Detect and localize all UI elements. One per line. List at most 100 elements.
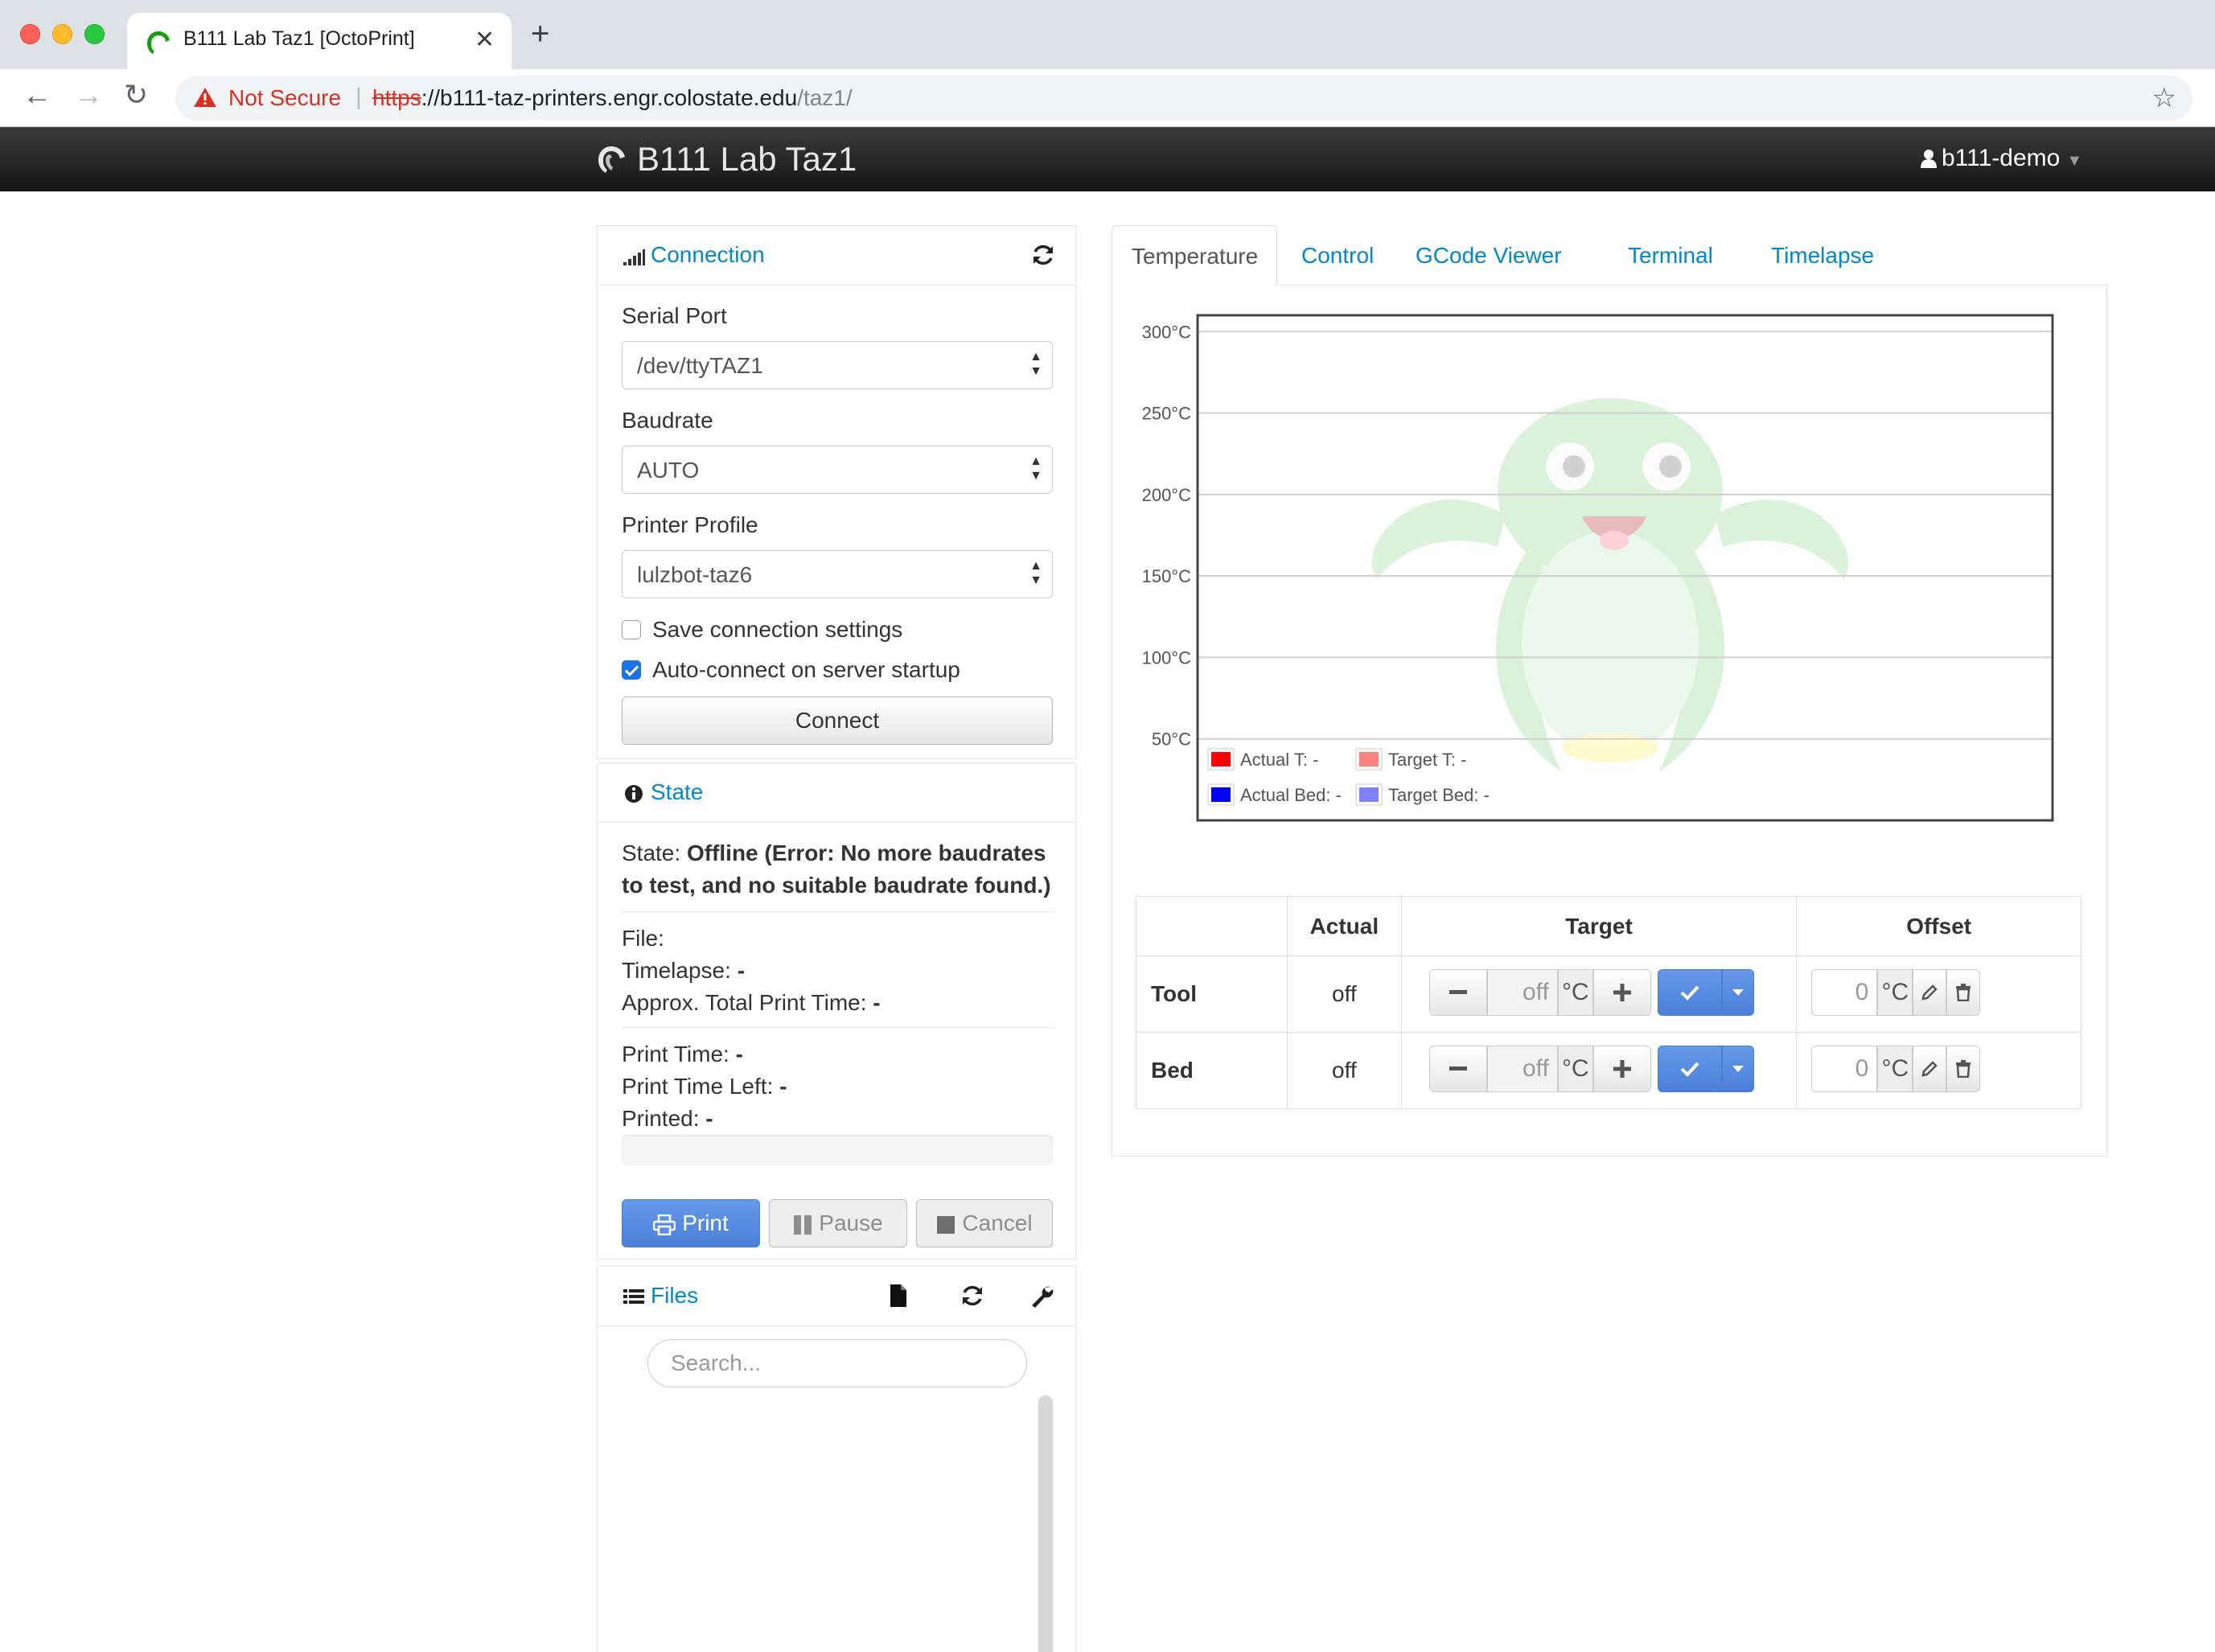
refresh-icon[interactable] xyxy=(1030,242,1056,268)
user-icon xyxy=(1921,150,1937,168)
window-zoom-button[interactable] xyxy=(84,24,105,44)
tab-terminal[interactable]: Terminal xyxy=(1609,225,1732,286)
bed-offset-edit-button[interactable] xyxy=(1913,1046,1947,1092)
bed-target-input[interactable]: off xyxy=(1486,1046,1558,1092)
file-search-input[interactable] xyxy=(647,1339,1027,1387)
pause-button[interactable]: Pause xyxy=(769,1199,907,1247)
autoconnect-checkbox[interactable] xyxy=(622,660,641,680)
bed-preset-dropdown[interactable] xyxy=(1721,1046,1754,1092)
tab-control[interactable]: Control xyxy=(1282,225,1393,286)
octoprint-favicon-icon xyxy=(147,31,170,54)
tab-gcode-viewer[interactable]: GCode Viewer xyxy=(1396,225,1581,286)
state-title[interactable]: State xyxy=(622,779,703,806)
chart-legend: Actual T: - Target T: - Actual Bed: - Targe… xyxy=(1207,748,1490,806)
url-scheme: https xyxy=(372,85,421,110)
state-divider xyxy=(622,911,1053,912)
browser-toolbar: ← → ↻ Not Secure | https://b111-taz-prin… xyxy=(0,69,2215,127)
printed-value: - xyxy=(705,1106,713,1131)
legend-label: Actual Bed: - xyxy=(1240,785,1342,805)
file-label: File: xyxy=(622,926,664,951)
files-panel: Files xyxy=(597,1266,1076,1652)
time-left-value: - xyxy=(779,1074,787,1099)
tool-preset-dropdown[interactable] xyxy=(1721,969,1754,1016)
browser-tabstrip: B111 Lab Taz1 [OctoPrint] ✕ + xyxy=(0,0,2215,69)
bed-set-button[interactable] xyxy=(1657,1046,1722,1092)
cancel-button[interactable]: Cancel xyxy=(916,1199,1053,1247)
chart-y-ticks: 300°C 250°C 200°C 150°C 100°C 50°C xyxy=(1142,322,1192,749)
tool-target-input[interactable]: off xyxy=(1486,969,1558,1016)
printer-profile-select[interactable]: lulzbot-taz6 ▲ ▼ xyxy=(622,550,1053,598)
bed-offset-input[interactable]: 0 xyxy=(1811,1046,1878,1092)
plus-icon xyxy=(1613,1060,1631,1078)
connection-panel-header[interactable]: Connection xyxy=(598,226,1075,286)
bed-row-label: Bed xyxy=(1136,1032,1288,1109)
bed-decrement-button[interactable] xyxy=(1428,1046,1487,1092)
back-arrow-icon[interactable]: ← xyxy=(23,80,51,109)
baudrate-select[interactable]: AUTO ▲ ▼ xyxy=(622,446,1053,494)
bookmark-star-icon[interactable]: ☆ xyxy=(2152,82,2176,114)
stop-icon xyxy=(937,1215,955,1234)
cancel-button-label: Cancel xyxy=(962,1210,1033,1235)
tool-offset-edit-button[interactable] xyxy=(1913,969,1947,1016)
print-button[interactable]: Print xyxy=(622,1199,760,1247)
octoprint-logo-icon xyxy=(598,146,625,173)
files-scrollbar[interactable] xyxy=(1038,1395,1053,1652)
state-panel-header[interactable]: State xyxy=(598,763,1075,823)
files-title[interactable]: Files xyxy=(622,1283,698,1309)
tool-increment-button[interactable] xyxy=(1592,969,1651,1016)
state-panel: State State: Offline (Error: No more bau… xyxy=(597,762,1076,1260)
url-text[interactable]: https://b111-taz-printers.engr.colostate… xyxy=(372,85,853,111)
table-row-tool: Tool off off °C 0 °C xyxy=(1136,955,2081,1033)
save-settings-checkbox[interactable] xyxy=(622,620,641,639)
address-bar[interactable]: Not Secure | https://b111-taz-printers.e… xyxy=(175,76,2192,121)
approx-time-value: - xyxy=(873,990,881,1015)
timelapse-line: Timelapse: - xyxy=(622,955,745,987)
legend-label: Target Bed: - xyxy=(1388,785,1490,805)
tool-set-button[interactable] xyxy=(1657,969,1722,1016)
refresh-files-icon[interactable] xyxy=(960,1283,985,1309)
state-label: State: xyxy=(622,840,681,865)
window-close-button[interactable] xyxy=(20,24,40,44)
octoprint-watermark xyxy=(1371,398,1849,772)
connection-title[interactable]: Connection xyxy=(622,242,765,269)
header-offset: Offset xyxy=(1796,896,2081,956)
new-tab-button[interactable]: + xyxy=(531,18,549,50)
close-tab-icon[interactable]: ✕ xyxy=(475,26,495,54)
wrench-icon[interactable] xyxy=(1029,1283,1054,1309)
browser-tab-title: B111 Lab Taz1 [OctoPrint] xyxy=(183,27,415,50)
time-left-label: Print Time Left: xyxy=(622,1074,774,1099)
bed-offset-delete-button[interactable] xyxy=(1946,1046,1981,1092)
tool-actual-value: off xyxy=(1286,955,1402,1033)
print-time-value: - xyxy=(735,1042,743,1066)
not-secure-label[interactable]: Not Secure xyxy=(228,85,341,111)
browser-tab[interactable]: B111 Lab Taz1 [OctoPrint] ✕ xyxy=(127,13,512,69)
serial-port-select[interactable]: /dev/ttyTAZ1 ▲ ▼ xyxy=(622,341,1053,389)
plus-icon xyxy=(1613,984,1631,1001)
tab-timelapse[interactable]: Timelapse xyxy=(1752,225,1893,286)
state-value: Offline (Error: No more baudrates xyxy=(686,840,1046,865)
files-panel-header[interactable]: Files xyxy=(598,1267,1075,1326)
tool-decrement-button[interactable] xyxy=(1428,969,1487,1016)
legend-label: Target T: - xyxy=(1388,750,1466,770)
bed-offset-group: 0 °C xyxy=(1811,1046,1981,1092)
reload-icon[interactable]: ↻ xyxy=(124,80,148,109)
tool-offset-delete-button[interactable] xyxy=(1946,969,1981,1016)
autoconnect-row[interactable]: Auto-connect on server startup xyxy=(622,657,960,683)
pause-icon xyxy=(794,1214,812,1235)
header-target: Target xyxy=(1400,896,1798,956)
window-minimize-button[interactable] xyxy=(52,24,72,44)
forward-arrow-icon[interactable]: → xyxy=(74,80,103,109)
save-settings-row[interactable]: Save connection settings xyxy=(622,617,902,643)
select-arrows-icon: ▲ ▼ xyxy=(1029,559,1042,587)
bed-increment-button[interactable] xyxy=(1592,1046,1651,1092)
new-file-icon[interactable] xyxy=(886,1283,911,1309)
tab-temperature[interactable]: Temperature xyxy=(1112,225,1277,286)
pencil-icon xyxy=(1921,1061,1938,1077)
checkmark-icon xyxy=(1680,985,1699,1001)
connect-button[interactable]: Connect xyxy=(622,697,1053,745)
tool-offset-input[interactable]: 0 xyxy=(1811,969,1878,1016)
user-menu[interactable]: b111-demo ▼ xyxy=(1921,145,2082,172)
file-line: File: xyxy=(622,923,664,955)
bed-offset-cell: 0 °C xyxy=(1796,1032,2081,1109)
user-name: b111-demo xyxy=(1942,145,2061,171)
